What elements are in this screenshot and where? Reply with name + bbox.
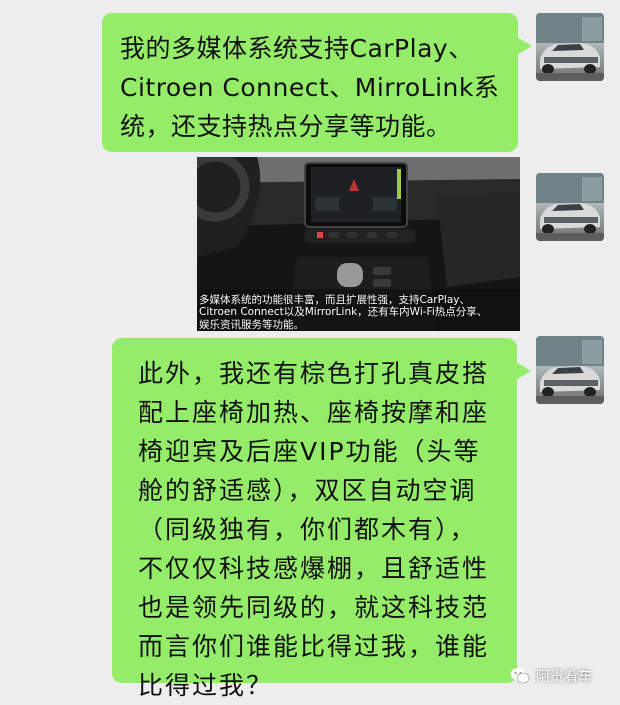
message-line: 此外，我还有棕色打孔真皮搭 <box>138 359 490 388</box>
watermark-text: 阿贵看车 <box>536 669 592 685</box>
chat-bubble-comfort[interactable]: 此外，我还有棕色打孔真皮搭 配上座椅加热、座椅按摩和座 椅迎宾及后座VIP功能（… <box>112 338 531 700</box>
message-line: （同级独有，你们都木有）， <box>138 515 477 544</box>
image-caption: 多媒体系统的功能很丰富，而且扩展性强，支持CarPlay、 Citroen Co… <box>199 294 520 332</box>
car-avatar-icon <box>536 173 604 241</box>
message-line: 也是领先同级的，就这科技范 <box>138 593 490 622</box>
message-line: 而言你们谁能比得过我，谁能 <box>138 632 490 661</box>
sender-avatar[interactable] <box>536 173 604 241</box>
chat-bubble-multimedia[interactable]: 我的多媒体系统支持CarPlay、 Citroen Connect、MirroL… <box>102 13 532 152</box>
sender-avatar[interactable] <box>536 336 604 404</box>
car-avatar-icon <box>536 13 604 81</box>
car-avatar-icon <box>536 336 604 404</box>
message-line: Citroen Connect、MirroLink系 <box>120 73 500 102</box>
message-line: 舱的舒适感），双区自动空调 <box>138 476 477 505</box>
watermark: 阿贵看车 <box>510 664 592 688</box>
message-line: 椅迎宾及后座VIP功能（头等 <box>138 437 481 466</box>
message-line: 配上座椅加热、座椅按摩和座 <box>138 398 490 427</box>
caption-line: 娱乐资讯服务等功能。 <box>199 318 304 331</box>
wechat-logo-icon <box>510 667 530 685</box>
message-line: 我的多媒体系统支持CarPlay、 <box>120 34 474 63</box>
caption-line: 多媒体系统的功能很丰富，而且扩展性强，支持CarPlay、 <box>199 293 470 306</box>
sender-avatar[interactable] <box>536 13 604 81</box>
message-line: 统，还支持热点分享等功能。 <box>120 112 452 141</box>
message-line: 不仅仅科技感爆棚，且舒适性 <box>138 554 490 583</box>
message-line: 比得过我？ <box>138 671 274 700</box>
caption-line: Citroen Connect以及MirrorLink，还有车内Wi-Fi热点分… <box>199 306 488 318</box>
car-interior-photo[interactable]: 多媒体系统的功能很丰富，而且扩展性强，支持CarPlay、 Citroen Co… <box>197 157 520 331</box>
